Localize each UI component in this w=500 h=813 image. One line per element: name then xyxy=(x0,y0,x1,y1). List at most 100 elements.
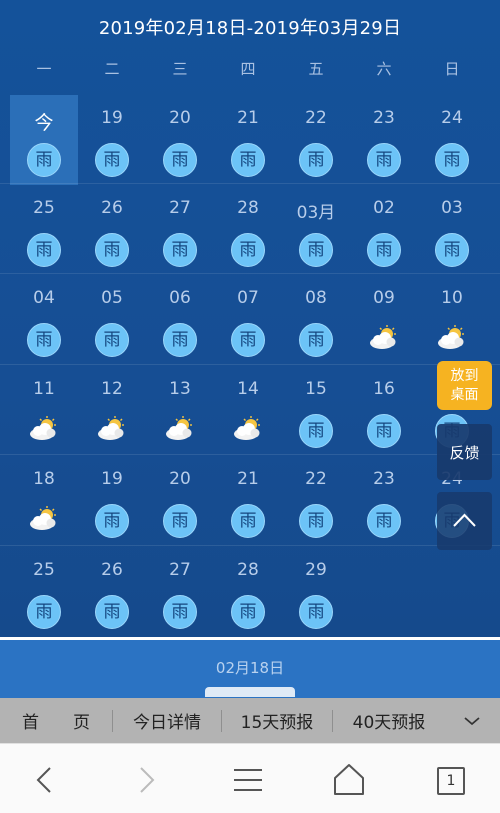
weather-app: 2019年02月18日-2019年03月29日 一 二 三 四 五 六 日 今雨 19 雨 20 雨… xyxy=(0,0,500,813)
rain-icon: 雨 xyxy=(299,504,333,538)
rain-icon: 雨 xyxy=(231,143,265,177)
day-label: 21 xyxy=(237,469,259,489)
day-label: 07 xyxy=(237,288,259,308)
day-label: 14 xyxy=(237,379,259,399)
rain-icon: 雨 xyxy=(435,233,469,267)
calendar-day[interactable]: 03月雨 xyxy=(282,185,350,275)
calendar-day[interactable]: 22 雨 xyxy=(282,95,350,185)
selected-date-strip: 02月18日 xyxy=(0,640,500,700)
calendar-day[interactable]: 07 雨 xyxy=(214,275,282,365)
calendar-day[interactable]: 04 雨 xyxy=(10,275,78,365)
back-button[interactable] xyxy=(22,760,66,800)
calendar-day[interactable]: 14 xyxy=(214,366,282,456)
rain-icon: 雨 xyxy=(163,504,197,538)
calendar-day[interactable]: 25 雨 xyxy=(10,547,78,637)
calendar-day-today[interactable]: 今雨 xyxy=(10,95,78,185)
calendar-day[interactable]: 26 雨 xyxy=(78,185,146,275)
calendar-day[interactable]: 02 雨 xyxy=(350,185,418,275)
partly-cloudy-icon xyxy=(436,325,468,351)
day-label: 23 xyxy=(373,469,395,489)
day-label: 05 xyxy=(101,288,123,308)
calendar-day[interactable]: 21 雨 xyxy=(214,95,282,185)
calendar-day[interactable]: 27 雨 xyxy=(146,547,214,637)
day-label: 11 xyxy=(33,379,55,399)
day-label: 22 xyxy=(305,108,327,128)
tab-today-detail[interactable]: 今日详情 xyxy=(113,708,221,733)
calendar-day[interactable]: 26 雨 xyxy=(78,547,146,637)
tab-15-day-forecast[interactable]: 15天预报 xyxy=(222,708,332,733)
tab-home[interactable]: 首 页 xyxy=(0,708,112,733)
rain-icon: 雨 xyxy=(95,504,129,538)
calendar-day[interactable]: 21 雨 xyxy=(214,456,282,546)
day-label: 03月 xyxy=(296,203,336,223)
calendar-day[interactable]: 22 雨 xyxy=(282,456,350,546)
calendar-day[interactable]: 29 雨 xyxy=(282,547,350,637)
calendar-day[interactable]: 05 雨 xyxy=(78,275,146,365)
tabs-more-button[interactable] xyxy=(445,698,499,743)
calendar-day[interactable]: 23 雨 xyxy=(350,95,418,185)
partly-cloudy-icon xyxy=(164,416,196,442)
rain-icon: 雨 xyxy=(299,143,333,177)
forecast-calendar: 2019年02月18日-2019年03月29日 一 二 三 四 五 六 日 今雨 19 雨 20 雨… xyxy=(0,0,500,637)
forward-button[interactable] xyxy=(125,760,169,800)
calendar-day[interactable]: 23 雨 xyxy=(350,456,418,546)
calendar-day[interactable]: 16 雨 xyxy=(350,366,418,456)
day-label: 12 xyxy=(101,379,123,399)
rain-icon: 雨 xyxy=(367,414,401,448)
calendar-day[interactable]: 12 xyxy=(78,366,146,456)
home-button[interactable] xyxy=(327,760,371,800)
rain-icon: 雨 xyxy=(367,233,401,267)
calendar-day[interactable]: 20 雨 xyxy=(146,95,214,185)
partly-cloudy-icon xyxy=(232,416,264,442)
feedback-button[interactable]: 反馈 xyxy=(437,424,492,480)
calendar-day[interactable]: 03 雨 xyxy=(418,185,486,275)
weekday-label: 二 xyxy=(104,60,120,78)
calendar-day[interactable]: 24 雨 xyxy=(418,95,486,185)
day-label: 今 xyxy=(34,112,54,134)
menu-icon xyxy=(234,769,262,791)
calendar-day[interactable]: 10 xyxy=(418,275,486,365)
rain-icon: 雨 xyxy=(231,595,265,629)
day-label: 03 xyxy=(441,198,463,218)
feedback-label: 反馈 xyxy=(449,443,480,462)
partly-cloudy-icon xyxy=(96,416,128,442)
calendar-day[interactable]: 15 雨 xyxy=(282,366,350,456)
weekday-label: 四 xyxy=(240,60,256,78)
calendar-day[interactable]: 08 雨 xyxy=(282,275,350,365)
tabs-button[interactable]: 1 xyxy=(428,760,472,800)
day-label: 09 xyxy=(373,288,395,308)
tab-40-day-forecast[interactable]: 40天预报 xyxy=(333,708,445,733)
day-label: 06 xyxy=(169,288,191,308)
calendar-day[interactable]: 27 雨 xyxy=(146,185,214,275)
calendar-day[interactable]: 13 xyxy=(146,366,214,456)
rain-icon: 雨 xyxy=(163,233,197,267)
day-label: 16 xyxy=(373,379,395,399)
calendar-day[interactable]: 28 雨 xyxy=(214,185,282,275)
calendar-day[interactable]: 19 雨 xyxy=(78,95,146,185)
calendar-day[interactable]: 28 雨 xyxy=(214,547,282,637)
day-label: 24 xyxy=(441,108,463,128)
calendar-day[interactable]: 18 xyxy=(10,456,78,546)
day-label: 27 xyxy=(169,560,191,580)
calendar-day[interactable]: 25 雨 xyxy=(10,185,78,275)
day-label: 28 xyxy=(237,560,259,580)
menu-button[interactable] xyxy=(226,760,270,800)
add-to-desktop-button[interactable]: 放到 桌面 xyxy=(437,361,492,410)
rain-icon: 雨 xyxy=(435,143,469,177)
rain-icon: 雨 xyxy=(27,595,61,629)
back-to-top-button[interactable] xyxy=(437,492,492,550)
row-divider xyxy=(0,273,500,274)
calendar-day[interactable]: 06 雨 xyxy=(146,275,214,365)
add-to-desktop-label-line2: 桌面 xyxy=(450,386,479,403)
rain-icon: 雨 xyxy=(299,233,333,267)
calendar-range-title: 2019年02月18日-2019年03月29日 xyxy=(98,18,402,39)
calendar-day[interactable]: 20 雨 xyxy=(146,456,214,546)
row-divider xyxy=(0,364,500,365)
rain-icon: 雨 xyxy=(231,233,265,267)
rain-icon: 雨 xyxy=(95,595,129,629)
calendar-day[interactable]: 19 雨 xyxy=(78,456,146,546)
calendar-day[interactable]: 09 xyxy=(350,275,418,365)
day-label: 29 xyxy=(305,560,327,580)
calendar-day[interactable]: 11 xyxy=(10,366,78,456)
rain-icon: 雨 xyxy=(367,143,401,177)
